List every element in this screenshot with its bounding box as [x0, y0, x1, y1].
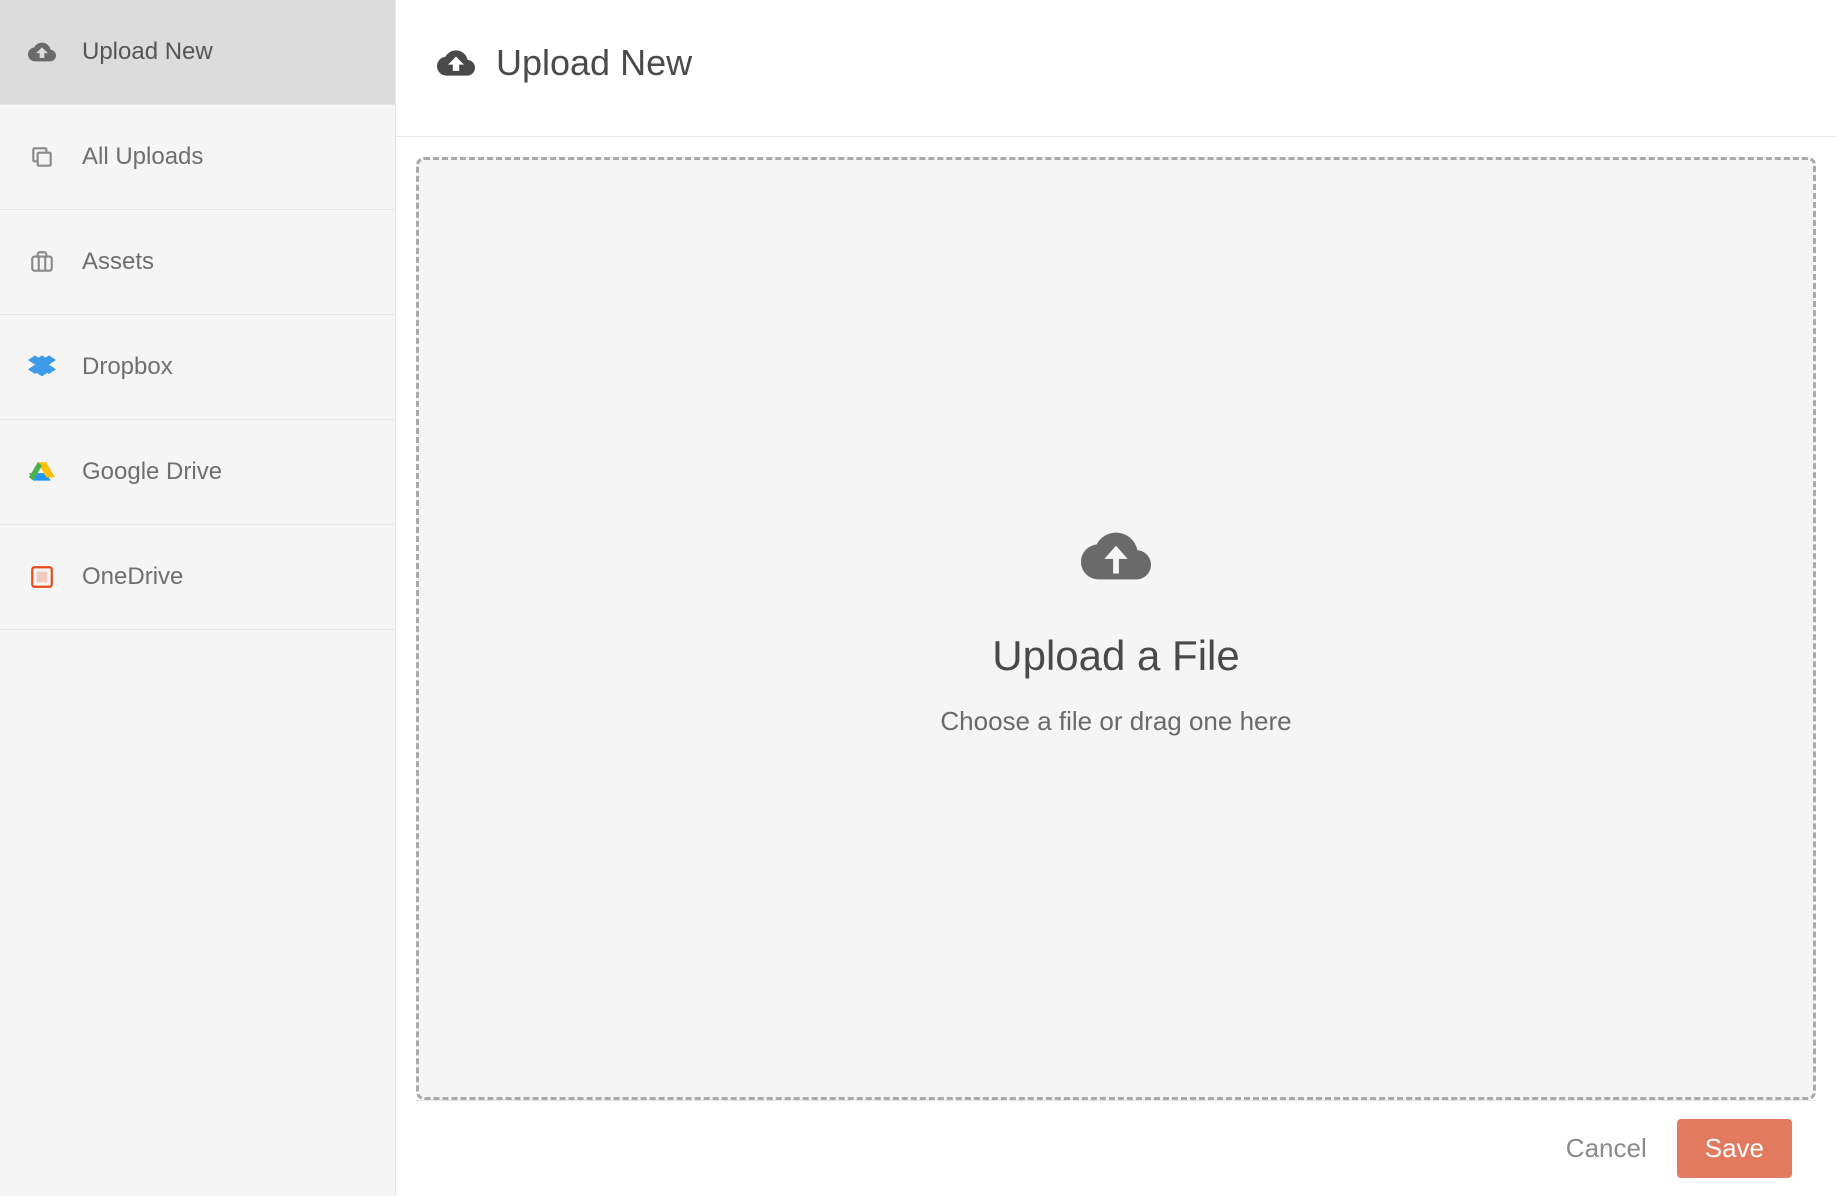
sidebar-item-all-uploads[interactable]: All Uploads — [0, 105, 395, 210]
sidebar-item-label: Upload New — [82, 38, 213, 66]
file-dropzone[interactable]: Upload a File Choose a file or drag one … — [416, 157, 1816, 1100]
sidebar-item-label: Dropbox — [82, 353, 173, 381]
content-area: Upload a File Choose a file or drag one … — [396, 136, 1836, 1196]
copy-icon — [24, 139, 60, 175]
sidebar-item-label: All Uploads — [82, 143, 203, 171]
dropzone-title: Upload a File — [992, 632, 1239, 680]
sidebar-item-label: Assets — [82, 248, 154, 276]
briefcase-icon — [24, 244, 60, 280]
footer-actions: Cancel Save — [416, 1100, 1816, 1196]
sidebar-item-onedrive[interactable]: OneDrive — [0, 525, 395, 630]
onedrive-icon — [24, 559, 60, 595]
main-panel: Upload New Upload a File Choose a file o… — [396, 0, 1836, 1196]
cloud-upload-icon — [436, 43, 476, 83]
sidebar: Upload New All Uploads Assets Dr — [0, 0, 396, 1196]
save-button[interactable]: Save — [1677, 1119, 1792, 1178]
dropbox-icon — [24, 349, 60, 385]
sidebar-item-upload-new[interactable]: Upload New — [0, 0, 395, 105]
cloud-upload-large-icon — [1066, 521, 1166, 596]
cloud-upload-icon — [24, 34, 60, 70]
sidebar-item-dropbox[interactable]: Dropbox — [0, 315, 395, 420]
sidebar-item-label: Google Drive — [82, 458, 222, 486]
cancel-button[interactable]: Cancel — [1560, 1121, 1653, 1176]
sidebar-item-assets[interactable]: Assets — [0, 210, 395, 315]
dropzone-subtitle: Choose a file or drag one here — [940, 706, 1291, 737]
google-drive-icon — [24, 454, 60, 490]
page-title: Upload New — [496, 42, 692, 84]
page-header: Upload New — [396, 0, 1836, 136]
sidebar-item-google-drive[interactable]: Google Drive — [0, 420, 395, 525]
sidebar-item-label: OneDrive — [82, 563, 183, 591]
